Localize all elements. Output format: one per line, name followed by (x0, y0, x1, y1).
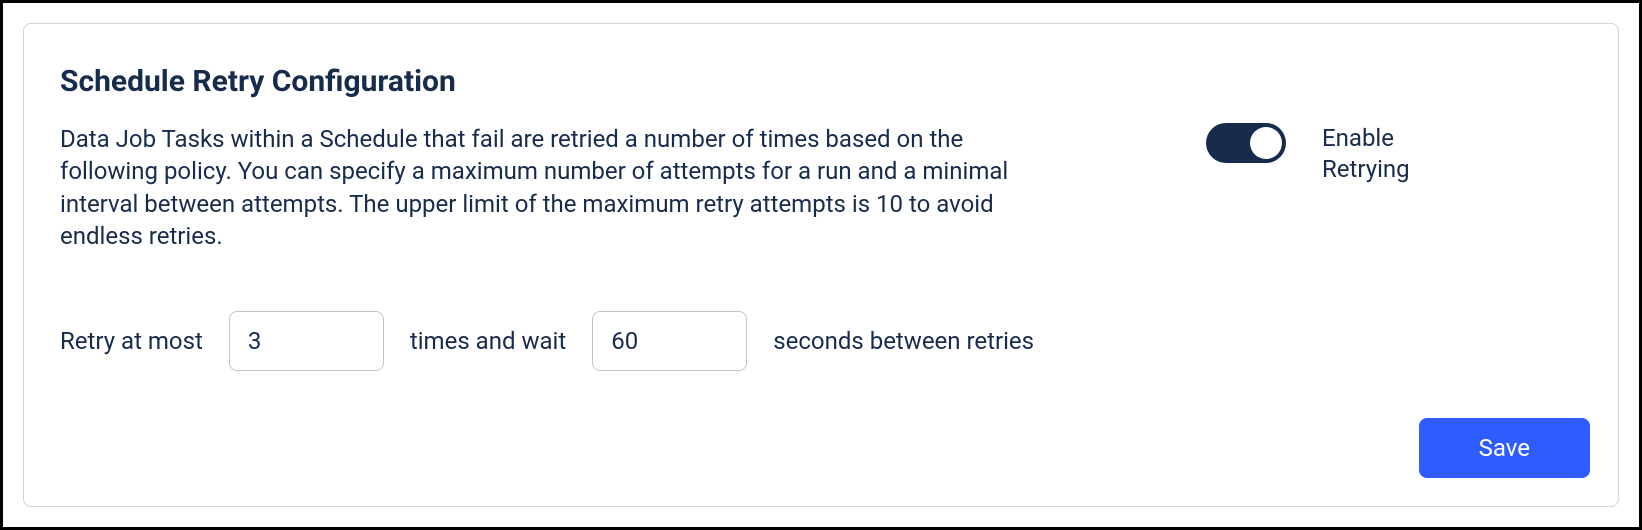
retry-attempts-input[interactable] (229, 311, 384, 371)
top-row: Data Job Tasks within a Schedule that fa… (60, 123, 1582, 253)
toggle-knob (1250, 127, 1282, 159)
retry-label-suffix: seconds between retries (773, 327, 1034, 355)
retry-label-mid: times and wait (410, 327, 566, 355)
enable-retrying-toggle[interactable] (1206, 123, 1286, 163)
retry-config-card: Schedule Retry Configuration Data Job Ta… (23, 23, 1619, 507)
enable-retrying-group: Enable Retrying (1206, 123, 1582, 185)
retry-wait-input[interactable] (592, 311, 747, 371)
retry-label-prefix: Retry at most (60, 327, 203, 355)
save-button[interactable]: Save (1419, 418, 1590, 478)
card-description: Data Job Tasks within a Schedule that fa… (60, 123, 1040, 253)
card-title: Schedule Retry Configuration (60, 64, 1582, 99)
enable-retrying-label: Enable Retrying (1322, 123, 1442, 185)
retry-settings-row: Retry at most times and wait seconds bet… (60, 311, 1582, 371)
